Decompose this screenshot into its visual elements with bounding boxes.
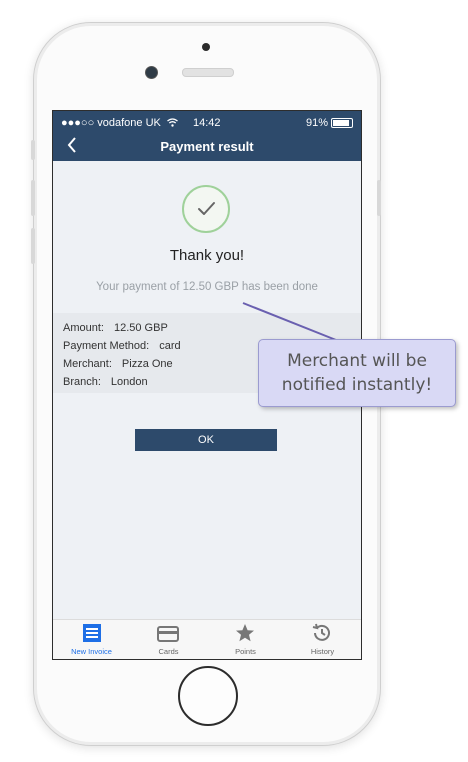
annotation-callout: Merchant will be notified instantly!: [258, 339, 456, 407]
callout-line: Merchant will be: [287, 351, 427, 371]
callout-line: notified instantly!: [281, 375, 433, 395]
